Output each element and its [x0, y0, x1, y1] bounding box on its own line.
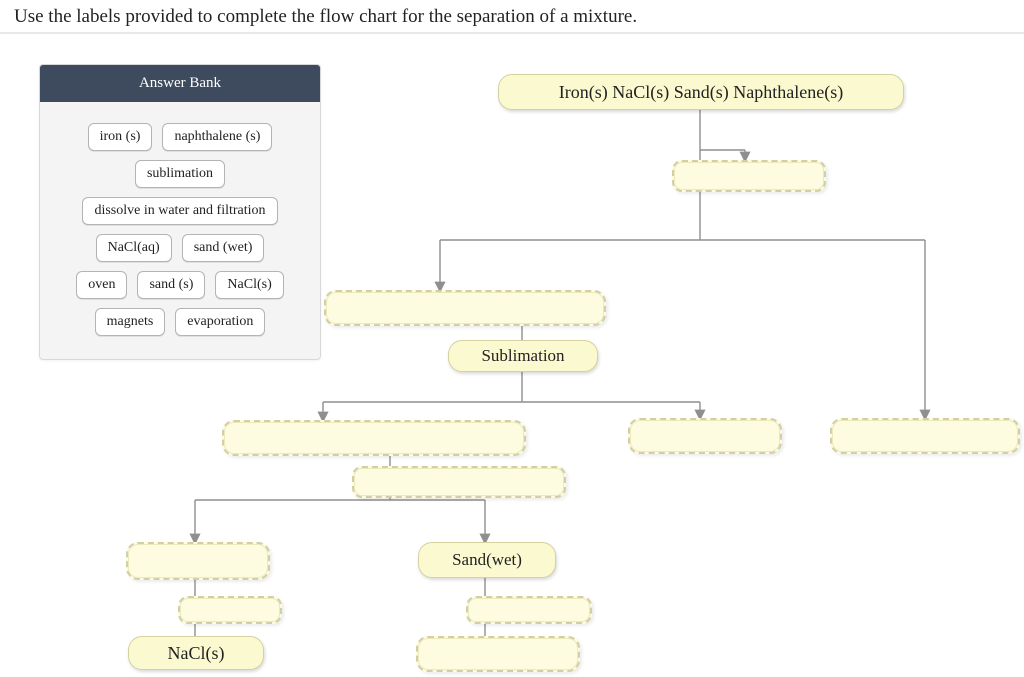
- slot-step1-right-product[interactable]: [830, 418, 1020, 454]
- slot-step3-right-process-label[interactable]: [466, 596, 592, 624]
- answer-bank-body: iron (s) naphthalene (s) sublimation diss…: [40, 102, 320, 359]
- node-mixture-start: Iron(s) NaCl(s) Sand(s) Naphthalene(s): [498, 74, 904, 110]
- slot-step3-left-process-label[interactable]: [178, 596, 282, 624]
- chip-iron[interactable]: iron (s): [88, 123, 153, 151]
- slot-step1-left-product[interactable]: [324, 290, 606, 326]
- node-sandwet: Sand(wet): [418, 542, 556, 578]
- slot-step3-process-label[interactable]: [352, 466, 566, 498]
- chip-evaporation[interactable]: evaporation: [175, 308, 265, 336]
- answer-bank: Answer Bank iron (s) naphthalene (s) subl…: [39, 64, 321, 360]
- chip-sublimation[interactable]: sublimation: [135, 160, 225, 188]
- instruction-text: Use the labels provided to complete the …: [14, 6, 637, 28]
- slot-step2-left-product[interactable]: [222, 420, 526, 456]
- node-nacls: NaCl(s): [128, 636, 264, 670]
- chip-sand-wet[interactable]: sand (wet): [182, 234, 265, 262]
- answer-bank-title: Answer Bank: [40, 65, 320, 102]
- chip-nacl-s[interactable]: NaCl(s): [215, 271, 283, 299]
- chip-oven[interactable]: oven: [76, 271, 127, 299]
- chip-magnets[interactable]: magnets: [95, 308, 166, 336]
- slot-step3-right-final-product[interactable]: [416, 636, 580, 672]
- divider: [0, 32, 1024, 34]
- slot-step1-process-label[interactable]: [672, 160, 826, 192]
- slot-step3-left-product[interactable]: [126, 542, 270, 580]
- slot-step2-right-product[interactable]: [628, 418, 782, 454]
- chip-naphthalene[interactable]: naphthalene (s): [162, 123, 272, 151]
- chip-dissolve-filtration[interactable]: dissolve in water and filtration: [82, 197, 277, 225]
- node-sublimation-label: Sublimation: [448, 340, 598, 372]
- chip-nacl-aq[interactable]: NaCl(aq): [96, 234, 172, 262]
- chip-sand-s[interactable]: sand (s): [137, 271, 205, 299]
